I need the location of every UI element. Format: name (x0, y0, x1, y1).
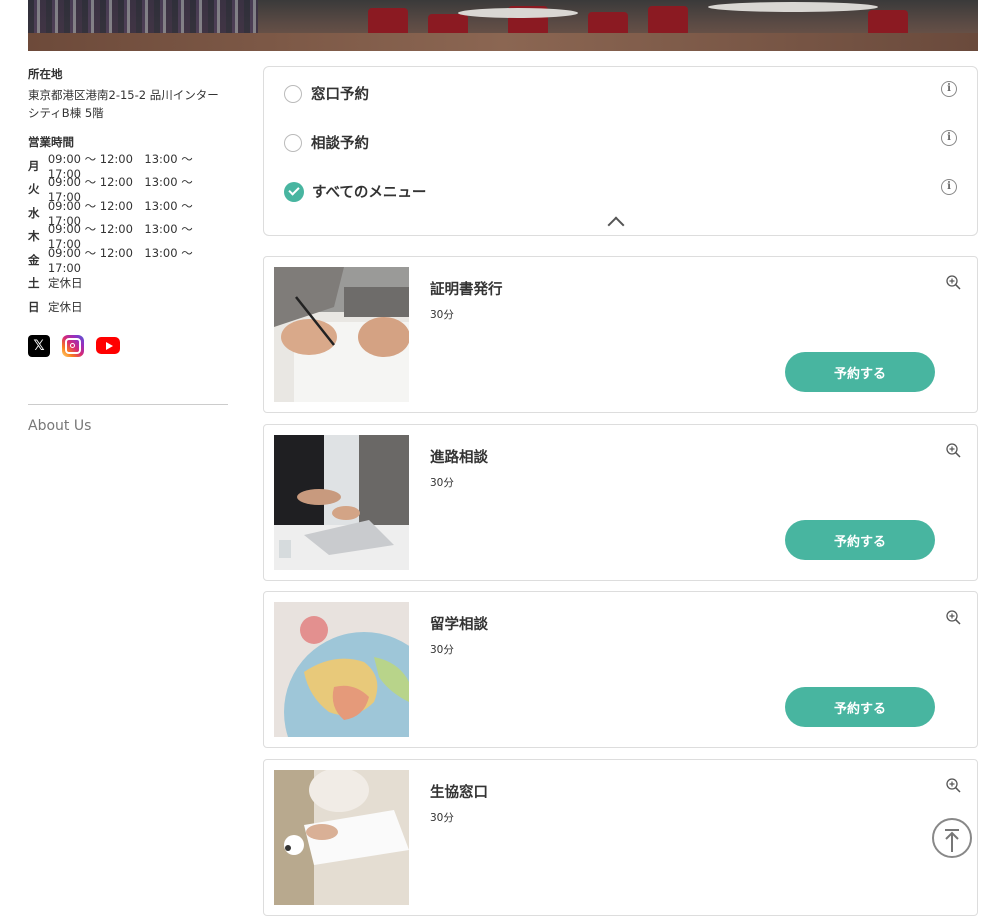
radio-unchecked-icon[interactable] (284, 133, 302, 152)
hours-day: 月 (28, 158, 40, 173)
hours-time: 09:00 〜 12:00 13:00 〜 17:00 (47, 245, 193, 275)
hours-heading: 営業時間 (28, 135, 74, 149)
address-heading: 所在地 (28, 67, 63, 81)
instagram-icon[interactable] (62, 334, 84, 357)
info-icon[interactable]: i (941, 130, 957, 146)
menu-thumbnail (274, 267, 409, 402)
chevron-up-icon[interactable] (607, 216, 625, 234)
zoom-in-icon[interactable] (946, 443, 961, 458)
address-line: シティB棟 5階 (28, 106, 104, 120)
reserve-button[interactable]: 予約する (785, 520, 935, 560)
zoom-in-icon[interactable] (946, 778, 961, 793)
hours-day: 土 (28, 276, 40, 291)
hours-day: 日 (28, 299, 40, 314)
menu-duration: 30分 (430, 309, 454, 321)
info-icon[interactable]: i (941, 179, 957, 195)
hours-row: 金 09:00 〜 12:00 13:00 〜 17:00 (28, 245, 228, 275)
menu-card[interactable]: 生協窓口 30分 (263, 759, 978, 916)
hero-banner-image (28, 0, 978, 51)
hours-time: 定休日 (48, 276, 83, 291)
menu-title: 進路相談 (430, 450, 488, 466)
menu-thumbnail (274, 602, 409, 737)
filter-option-all[interactable]: すべてのメニュー (284, 181, 426, 202)
filter-label: 窓口予約 (311, 87, 369, 103)
social-links: 𝕏 (28, 334, 228, 357)
menu-title: 生協窓口 (430, 785, 488, 801)
menu-card[interactable]: 留学相談 30分 予約する (263, 591, 978, 748)
filter-label: 相談予約 (311, 136, 369, 152)
filter-option-window[interactable]: 窓口予約 (284, 83, 369, 104)
menu-thumbnail (274, 435, 409, 570)
menu-title: 証明書発行 (430, 282, 503, 298)
menu-thumbnail (274, 770, 409, 905)
about-us-link[interactable]: About Us (28, 418, 91, 434)
sidebar-divider (28, 404, 228, 405)
zoom-in-icon[interactable] (946, 275, 961, 290)
menu-duration: 30分 (430, 477, 454, 489)
hours-day: 金 (28, 252, 40, 267)
hours-day: 火 (28, 182, 40, 197)
zoom-in-icon[interactable] (946, 610, 961, 625)
menu-duration: 30分 (430, 812, 454, 824)
x-icon[interactable]: 𝕏 (28, 334, 50, 357)
menu-title: 留学相談 (430, 617, 488, 633)
menu-card[interactable]: 証明書発行 30分 予約する (263, 256, 978, 413)
address-line: 東京都港区港南2-15-2 品川インター (28, 88, 219, 102)
menu-card[interactable]: 進路相談 30分 予約する (263, 424, 978, 581)
back-to-top-button[interactable] (932, 818, 972, 858)
hours-day: 木 (28, 229, 40, 244)
info-icon[interactable]: i (941, 81, 957, 97)
reserve-button[interactable]: 予約する (785, 352, 935, 392)
store-info-sidebar: 所在地 東京都港区港南2-15-2 品川インター シティB棟 5階 営業時間 月… (28, 66, 228, 434)
filter-option-consult[interactable]: 相談予約 (284, 132, 369, 153)
menu-filter-panel: 窓口予約 i 相談予約 i すべてのメニュー i (263, 66, 978, 236)
check-circle-icon[interactable] (284, 181, 304, 202)
radio-unchecked-icon[interactable] (284, 84, 302, 103)
youtube-icon[interactable] (96, 337, 120, 354)
hours-time: 定休日 (48, 299, 83, 314)
hours-list: 月 09:00 〜 12:00 13:00 〜 17:00 火 09:00 〜 12… (28, 152, 228, 319)
hours-row: 日定休日 (28, 295, 228, 319)
address-text: 東京都港区港南2-15-2 品川インター シティB棟 5階 (28, 86, 228, 122)
reserve-button[interactable]: 予約する (785, 687, 935, 727)
filter-label: すべてのメニュー (312, 185, 427, 201)
hours-row: 土定休日 (28, 272, 228, 296)
menu-duration: 30分 (430, 644, 454, 656)
hours-day: 水 (28, 205, 40, 220)
